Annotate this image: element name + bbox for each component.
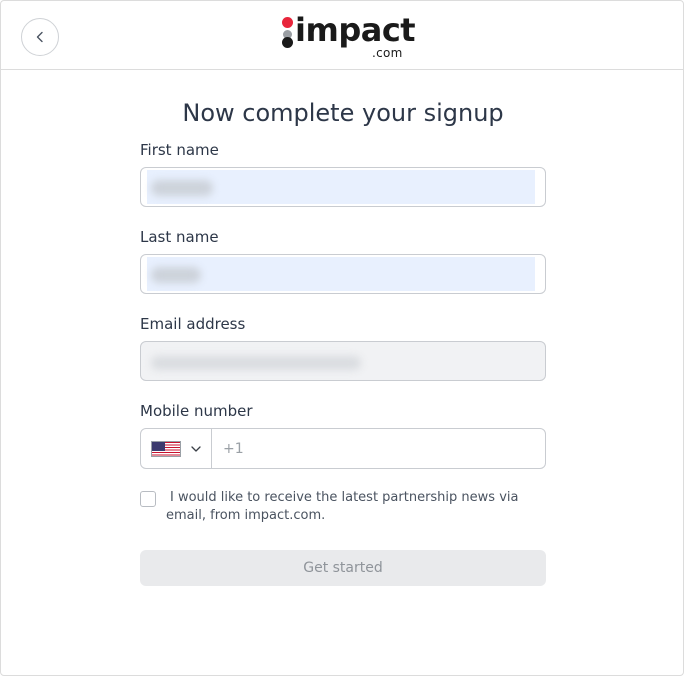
obscured-value bbox=[151, 267, 201, 283]
mobile-label: Mobile number bbox=[140, 402, 253, 420]
logo-dot-red bbox=[282, 17, 293, 28]
last-name-input[interactable] bbox=[140, 254, 546, 294]
consent-text: I would like to receive the latest partn… bbox=[166, 490, 519, 523]
page-frame: impact .com Now complete your signup Fir… bbox=[0, 0, 684, 676]
email-label: Email address bbox=[140, 315, 246, 333]
get-started-button[interactable]: Get started bbox=[140, 550, 546, 586]
mobile-number-field bbox=[140, 428, 546, 469]
first-name-input[interactable] bbox=[140, 167, 546, 207]
first-name-label: First name bbox=[140, 141, 219, 159]
page-title: Now complete your signup bbox=[182, 99, 504, 127]
news-consent-checkbox[interactable] bbox=[140, 491, 156, 507]
autofill-highlight bbox=[147, 257, 535, 291]
country-code-select[interactable] bbox=[141, 429, 212, 468]
header: impact .com bbox=[1, 1, 684, 70]
last-name-label: Last name bbox=[140, 228, 219, 246]
consent-row: I would like to receive the latest partn… bbox=[140, 489, 546, 529]
email-field bbox=[140, 341, 546, 381]
obscured-value bbox=[151, 356, 361, 370]
obscured-value bbox=[151, 180, 213, 196]
chevron-left-icon bbox=[36, 31, 43, 43]
mobile-number-input[interactable] bbox=[213, 429, 543, 468]
back-button[interactable] bbox=[21, 18, 59, 56]
logo-wordmark: impact bbox=[295, 11, 416, 49]
logo-dots-icon bbox=[281, 16, 295, 48]
logo-dot-black bbox=[282, 37, 293, 48]
impact-logo: impact .com bbox=[281, 11, 416, 62]
logo-tld: .com bbox=[372, 46, 403, 60]
chevron-down-icon bbox=[191, 446, 201, 452]
us-flag-icon bbox=[151, 441, 181, 457]
